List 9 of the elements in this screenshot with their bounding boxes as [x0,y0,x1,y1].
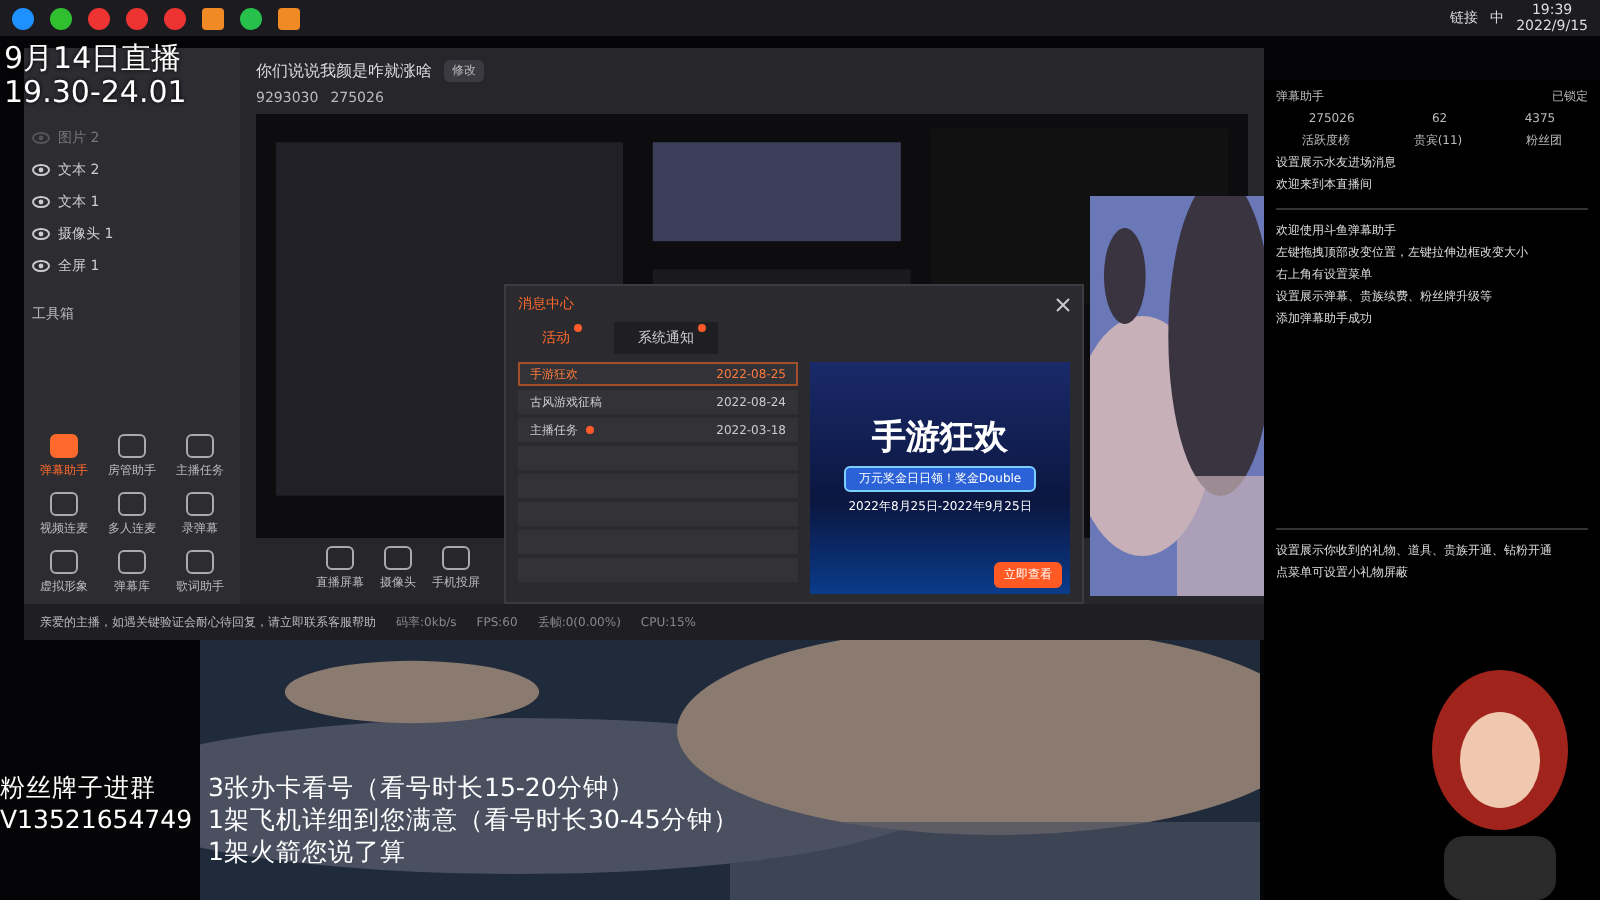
overlay-text: 1架飞机详细到您满意（看号时长30-45分钟） [208,804,739,836]
overlay-text: V13521654749 [0,804,193,836]
overlay-time: 19.30-24.01 [4,76,187,110]
room-title: 你们说说我颜是咋就涨啥 [256,60,432,82]
overlay-date: 9月14日直播 [4,42,182,76]
banner-headline: 手游狂欢 [872,415,1008,459]
overlay-text: 3张办卡看号（看号时长15-20分钟） [208,772,635,804]
overlay-text: 1架火箭您说了算 [208,836,406,868]
overlay-text: 粉丝牌子进群 [0,772,156,804]
